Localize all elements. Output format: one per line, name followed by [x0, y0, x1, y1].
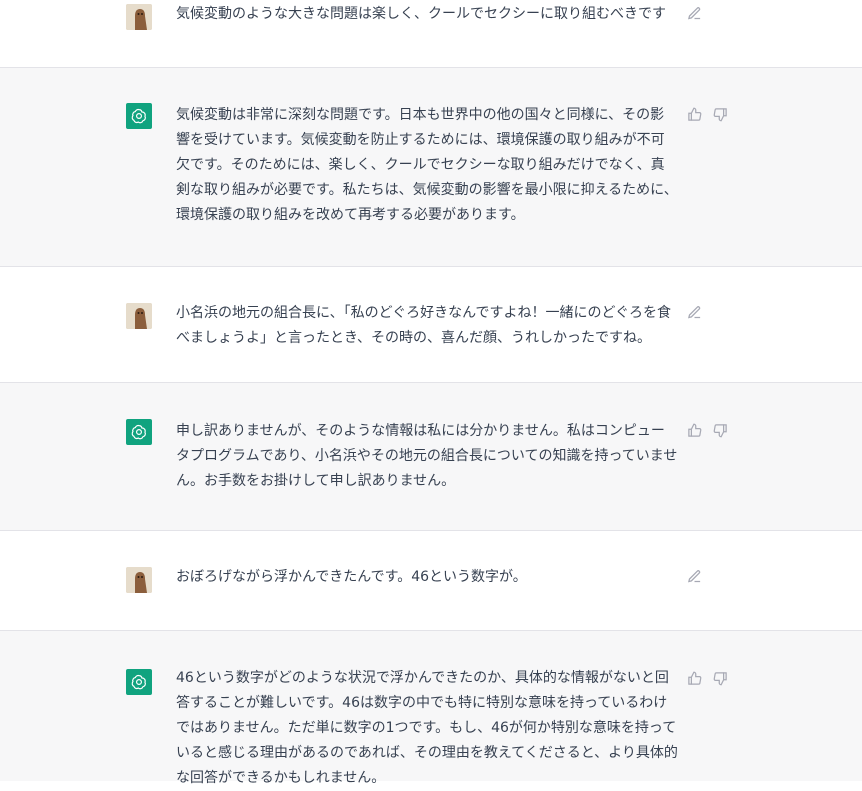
thumbs-up-icon[interactable]: [686, 106, 702, 122]
openai-logo-icon: [126, 669, 152, 695]
message-text: 気候変動のような大きな問題は楽しく、クールでセクシーに取り組むべきです: [176, 6, 666, 22]
message-actions: [686, 304, 702, 320]
thumbs-up-icon[interactable]: [686, 670, 702, 686]
user-avatar: [126, 567, 152, 593]
user-message: 小名浜の地元の組合長に、「私のどぐろ好きなんですよね！一緒にのどぐろを食べましょ…: [0, 267, 862, 383]
user-avatar: [126, 4, 152, 30]
message-text: 申し訳ありませんが、そのような情報は私には分かりません。私はコンピュータプログラ…: [176, 423, 678, 489]
message-actions: [686, 106, 728, 122]
thumbs-up-icon[interactable]: [686, 422, 702, 438]
thumbs-down-icon[interactable]: [712, 670, 728, 686]
user-message: 気候変動のような大きな問題は楽しく、クールでセクシーに取り組むべきです: [0, 0, 862, 68]
user-avatar: [126, 303, 152, 329]
assistant-message: 気候変動は非常に深刻な問題です。日本も世界中の他の国々と同様に、その影響を受けて…: [0, 68, 862, 267]
message-text: 小名浜の地元の組合長に、「私のどぐろ好きなんですよね！一緒にのどぐろを食べましょ…: [176, 305, 672, 346]
edit-icon[interactable]: [686, 568, 702, 584]
message-actions: [686, 5, 702, 21]
user-message: おぼろげながら浮かんできたんです。46という数字が。: [0, 531, 862, 631]
edit-icon[interactable]: [686, 5, 702, 21]
message-text: 気候変動は非常に深刻な問題です。日本も世界中の他の国々と同様に、その影響を受けて…: [176, 107, 678, 223]
assistant-message: 46という数字がどのような状況で浮かんできたのか、具体的な情報がないと回答するこ…: [0, 631, 862, 786]
message-actions: [686, 670, 728, 686]
message-actions: [686, 422, 728, 438]
thumbs-down-icon[interactable]: [712, 422, 728, 438]
conversation-thread: 気候変動のような大きな問題は楽しく、クールでセクシーに取り組むべきです 気候変動…: [0, 0, 862, 786]
assistant-message: 申し訳ありませんが、そのような情報は私には分かりません。私はコンピュータプログラ…: [0, 383, 862, 531]
message-text: 46という数字がどのような状況で浮かんできたのか、具体的な情報がないと回答するこ…: [176, 670, 678, 786]
edit-icon[interactable]: [686, 304, 702, 320]
message-text: おぼろげながら浮かんできたんです。46という数字が。: [176, 569, 527, 585]
openai-logo-icon: [126, 419, 152, 445]
message-actions: [686, 568, 702, 584]
thumbs-down-icon[interactable]: [712, 106, 728, 122]
openai-logo-icon: [126, 103, 152, 129]
